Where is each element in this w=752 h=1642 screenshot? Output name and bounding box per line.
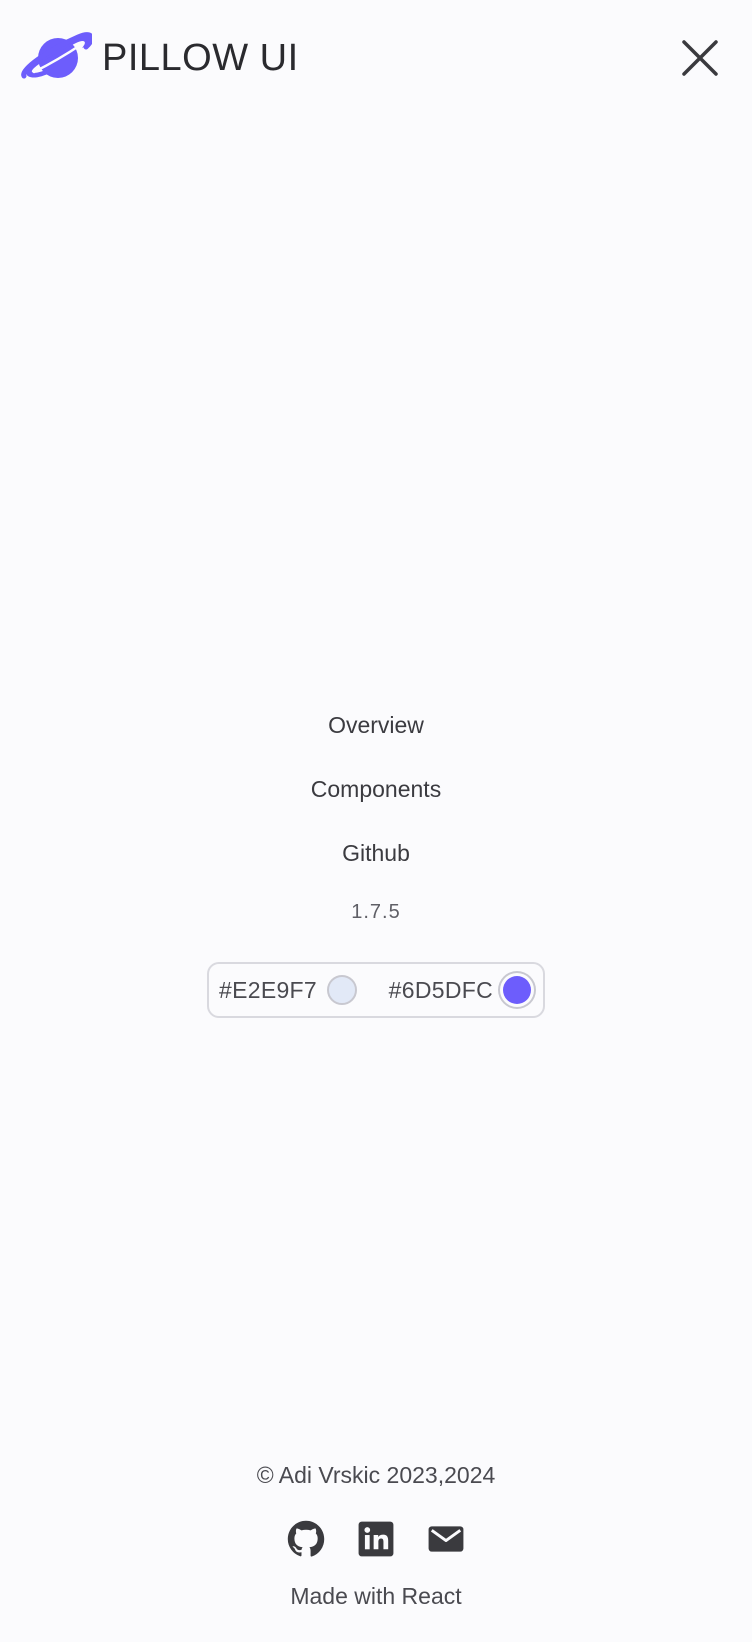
brand-link[interactable]: PILLOW UI: [20, 28, 299, 88]
theme-option-light[interactable]: #E2E9F7: [219, 975, 357, 1005]
header: PILLOW UI: [0, 0, 752, 120]
made-with-text: Made with React: [290, 1583, 462, 1609]
nav-link-github[interactable]: Github: [342, 833, 410, 897]
nav-link-overview[interactable]: Overview: [328, 705, 424, 769]
main-nav: Overview Components Github 1.7.5: [0, 705, 752, 937]
linkedin-icon[interactable]: [357, 1520, 395, 1558]
theme-dark-swatch[interactable]: [503, 976, 531, 1004]
theme-option-dark[interactable]: #6D5DFC: [389, 976, 533, 1004]
footer: © Adi Vrskic 2023,2024 Made with React: [0, 1455, 752, 1610]
close-menu-button[interactable]: [678, 36, 722, 80]
brand-name: PILLOW UI: [102, 37, 299, 79]
theme-light-swatch[interactable]: [327, 975, 357, 1005]
github-icon[interactable]: [287, 1520, 325, 1558]
social-links: [287, 1517, 465, 1561]
version-label: 1.7.5: [351, 901, 401, 923]
mobile-menu-page: PILLOW UI Overview Components Github 1.7…: [0, 0, 752, 1642]
planet-icon: [21, 32, 92, 79]
theme-light-label: #E2E9F7: [219, 976, 317, 1003]
copyright-text: © Adi Vrskic 2023,2024: [256, 1462, 496, 1488]
email-icon[interactable]: [427, 1520, 465, 1558]
theme-dark-label: #6D5DFC: [388, 976, 493, 1003]
nav-link-components[interactable]: Components: [311, 769, 441, 833]
close-icon: [682, 40, 718, 76]
theme-picker: #E2E9F7 #6D5DFC: [207, 962, 545, 1018]
